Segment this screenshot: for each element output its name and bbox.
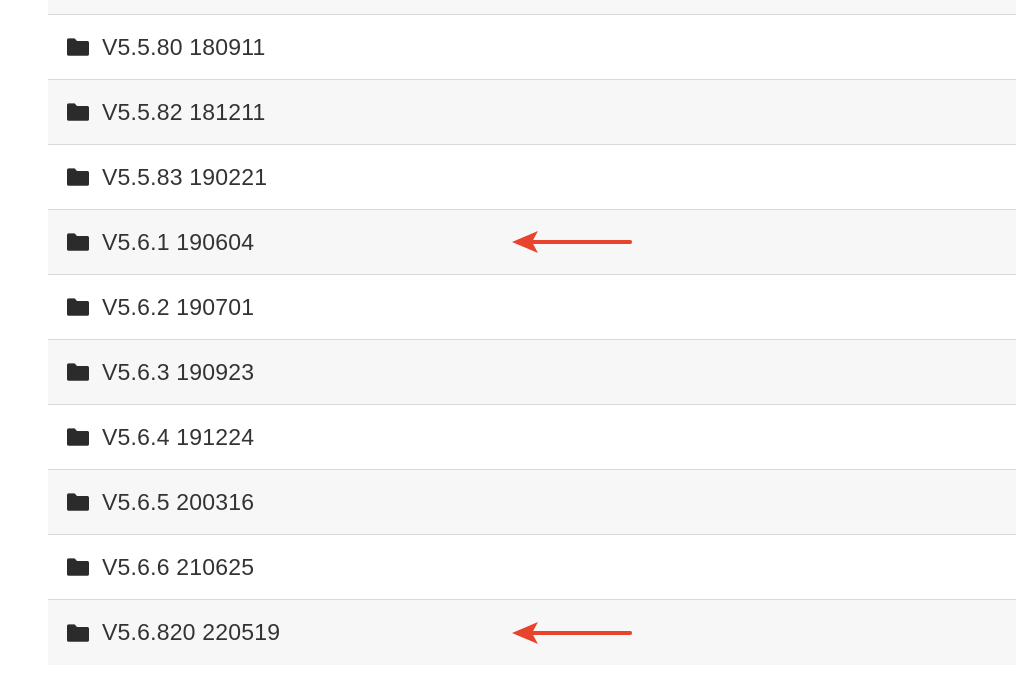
red-arrow-icon [510, 620, 632, 646]
folder-icon [66, 232, 90, 252]
folder-name: V5.6.2 190701 [102, 293, 255, 320]
folder-name: V5.6.3 190923 [102, 358, 255, 385]
folder-name: V5.6.820 220519 [102, 619, 281, 645]
red-arrow-icon [510, 229, 632, 255]
folder-row[interactable]: V5.6.820 220519 [48, 600, 1016, 665]
folder-name: V5.5.80 180911 [102, 33, 266, 60]
folder-row[interactable]: V5.6.5 200316 [48, 470, 1016, 535]
folder-icon [66, 37, 90, 57]
list-top-edge [48, 0, 1016, 15]
folder-row[interactable]: V5.5.82 181211 [48, 80, 1016, 145]
folder-row[interactable]: V5.6.3 190923 [48, 340, 1016, 405]
folder-row[interactable]: V5.6.2 190701 [48, 275, 1016, 340]
folder-name: V5.6.4 191224 [102, 423, 255, 450]
folder-icon [66, 297, 90, 317]
folder-icon [66, 102, 90, 122]
folder-icon [66, 167, 90, 187]
folder-icon [66, 623, 90, 643]
folder-row[interactable]: V5.5.83 190221 [48, 145, 1016, 210]
folder-row[interactable]: V5.6.6 210625 [48, 535, 1016, 600]
folder-icon [66, 362, 90, 382]
folder-list: V5.5.80 180911 V5.5.82 181211 V5.5.83 19… [48, 0, 1016, 665]
folder-icon [66, 427, 90, 447]
folder-row[interactable]: V5.6.4 191224 [48, 405, 1016, 470]
folder-name: V5.6.5 200316 [102, 488, 255, 515]
folder-name: V5.6.6 210625 [102, 553, 255, 580]
folder-row[interactable]: V5.6.1 190604 [48, 210, 1016, 275]
folder-name: V5.6.1 190604 [102, 228, 255, 255]
file-browser-page: V5.5.80 180911 V5.5.82 181211 V5.5.83 19… [0, 0, 1016, 680]
folder-icon [66, 557, 90, 577]
folder-name: V5.5.82 181211 [102, 98, 266, 125]
folder-row[interactable]: V5.5.80 180911 [48, 15, 1016, 80]
folder-name: V5.5.83 190221 [102, 163, 268, 190]
folder-icon [66, 492, 90, 512]
